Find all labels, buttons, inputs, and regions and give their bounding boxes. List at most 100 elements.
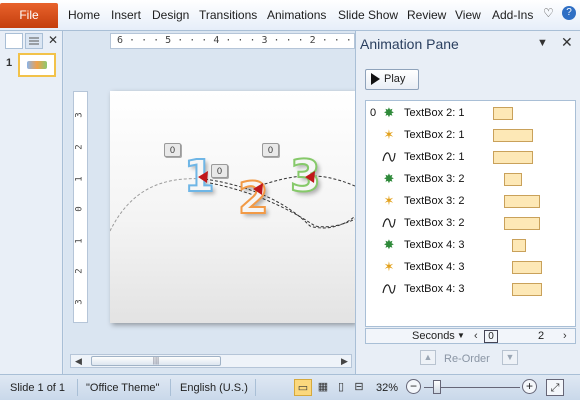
scroll-right-icon[interactable]: ▶: [341, 355, 348, 367]
timing-bar[interactable]: [504, 217, 540, 230]
timing-bar[interactable]: [493, 151, 533, 164]
animation-item[interactable]: ✸ TextBox 3: 2: [366, 169, 575, 189]
timing-bar[interactable]: [512, 261, 542, 274]
timing-bar[interactable]: [504, 195, 540, 208]
slide-editing-area: 6 · · · 5 · · · 4 · · · 3 · · · 2 · · · …: [64, 31, 355, 374]
play-button[interactable]: Play: [365, 69, 419, 90]
chevron-down-icon[interactable]: ▼: [457, 331, 465, 340]
entrance-effect-icon: ✸: [383, 237, 395, 252]
motion-start-arrow-icon: [198, 171, 208, 183]
animation-item-name: TextBox 2: 1: [404, 151, 465, 163]
emphasis-effect-icon: ✶: [383, 259, 395, 274]
slide-indicator: Slide 1 of 1: [10, 382, 66, 394]
outline-tab[interactable]: [25, 33, 43, 49]
timing-bar[interactable]: [512, 239, 526, 252]
normal-view-icon[interactable]: ▭: [294, 379, 312, 396]
ruler-tick-label: 2: [74, 268, 85, 274]
ruler-tick-label: 1: [74, 176, 85, 182]
ruler-tick-label: 2: [74, 144, 85, 150]
ruler-tick-label: 3: [74, 112, 85, 118]
fit-to-window-icon[interactable]: ⤢: [546, 379, 564, 396]
entrance-effect-icon: ✸: [383, 105, 395, 120]
tab-animations[interactable]: Animations: [267, 8, 326, 22]
animation-item[interactable]: ✸ TextBox 4: 3: [366, 235, 575, 255]
emphasis-effect-icon: ✶: [383, 127, 395, 142]
pane-options-chevron-icon[interactable]: ▼: [537, 37, 548, 49]
slide-thumbnail[interactable]: [18, 53, 56, 77]
animation-item[interactable]: ✶ TextBox 2: 1: [366, 125, 575, 145]
slide-sorter-view-icon[interactable]: ▦: [314, 379, 332, 396]
animation-pane-title: Animation Pane: [360, 36, 459, 52]
status-divider: [170, 379, 171, 396]
tab-review[interactable]: Review: [407, 8, 446, 22]
animation-item-name: TextBox 4: 3: [404, 283, 465, 295]
timeline-bar: Seconds ▼ ‹ 0 2 ›: [365, 328, 576, 344]
move-down-icon[interactable]: ▼: [502, 350, 518, 365]
animation-list: 0 ✸ TextBox 2: 1 ✶ TextBox 2: 1 TextBox …: [365, 100, 576, 327]
animation-item[interactable]: ✶ TextBox 3: 2: [366, 191, 575, 211]
status-divider: [77, 379, 78, 396]
animation-item[interactable]: TextBox 2: 1: [366, 147, 575, 167]
tab-add-ins[interactable]: Add-Ins: [492, 8, 533, 22]
zoom-level[interactable]: 32%: [376, 382, 398, 394]
animation-item[interactable]: 0 ✸ TextBox 2: 1: [366, 103, 575, 123]
animation-item-name: TextBox 4: 3: [404, 261, 465, 273]
motion-path-icon: [381, 149, 397, 165]
timing-bar[interactable]: [493, 129, 533, 142]
close-icon[interactable]: ✕: [48, 33, 58, 47]
ruler-tick-label: 1: [74, 238, 85, 244]
animation-item-name: TextBox 4: 3: [404, 239, 465, 251]
slides-tab[interactable]: [5, 33, 23, 49]
animation-item-name: TextBox 3: 2: [404, 173, 465, 185]
close-icon[interactable]: ✕: [561, 34, 573, 51]
timeline-scroll-left-icon[interactable]: ‹: [474, 330, 478, 342]
tab-transitions[interactable]: Transitions: [199, 8, 257, 22]
thumbnail-preview-graphic: [27, 61, 47, 69]
zoom-out-icon[interactable]: −: [406, 379, 421, 394]
animation-item[interactable]: TextBox 3: 2: [366, 213, 575, 233]
timeline-start-mark: 0: [484, 330, 498, 343]
animation-item[interactable]: ✶ TextBox 4: 3: [366, 257, 575, 277]
animation-item-name: TextBox 2: 1: [404, 129, 465, 141]
tab-design[interactable]: Design: [152, 8, 189, 22]
slides-thumbnail-panel: ✕ 1: [0, 31, 63, 374]
reading-view-icon[interactable]: ▯: [332, 379, 350, 396]
slide-number: 1: [6, 57, 13, 69]
horizontal-scrollbar[interactable]: ◀ ||| ▶: [70, 354, 352, 368]
slide-canvas[interactable]: 1 2 3 0 0 0: [110, 91, 355, 323]
timeline-scroll-right-icon[interactable]: ›: [563, 330, 567, 342]
chevron-down-icon[interactable]: ♡: [543, 6, 554, 20]
tab-insert[interactable]: Insert: [111, 8, 141, 22]
motion-start-arrow-icon: [305, 171, 315, 183]
tab-home[interactable]: Home: [68, 8, 100, 22]
tab-slide-show[interactable]: Slide Show: [338, 8, 398, 22]
motion-path-icon: [381, 281, 397, 297]
entrance-effect-icon: ✸: [383, 171, 395, 186]
language-indicator[interactable]: English (U.S.): [180, 382, 248, 394]
play-icon: [371, 73, 380, 85]
seconds-dropdown[interactable]: Seconds: [412, 330, 455, 342]
motion-path-icon: [381, 215, 397, 231]
zoom-slider-thumb[interactable]: [433, 380, 441, 394]
help-icon[interactable]: ?: [562, 6, 576, 20]
zoom-in-icon[interactable]: +: [522, 379, 537, 394]
horizontal-ruler: 6 · · · 5 · · · 4 · · · 3 · · · 2 · · · …: [110, 33, 355, 49]
vertical-ruler: 3 2 1 0 1 2 3: [73, 91, 88, 323]
animation-item-name: TextBox 2: 1: [404, 107, 465, 119]
scrollbar-thumb[interactable]: |||: [91, 356, 221, 366]
tab-view[interactable]: View: [455, 8, 481, 22]
status-divider: [255, 379, 256, 396]
timing-bar[interactable]: [493, 107, 513, 120]
outline-lines-icon: [29, 37, 39, 45]
scroll-left-icon[interactable]: ◀: [75, 355, 82, 367]
trigger-order: 0: [370, 107, 377, 119]
timing-bar[interactable]: [512, 283, 542, 296]
file-tab[interactable]: File: [0, 3, 58, 28]
emphasis-effect-icon: ✶: [383, 193, 395, 208]
animation-item-name: TextBox 3: 2: [404, 195, 465, 207]
motion-start-arrow-icon: [253, 183, 263, 195]
slide-show-view-icon[interactable]: ⊟: [350, 379, 368, 396]
timing-bar[interactable]: [504, 173, 522, 186]
animation-item[interactable]: TextBox 4: 3: [366, 279, 575, 299]
move-up-icon[interactable]: ▲: [420, 350, 436, 365]
